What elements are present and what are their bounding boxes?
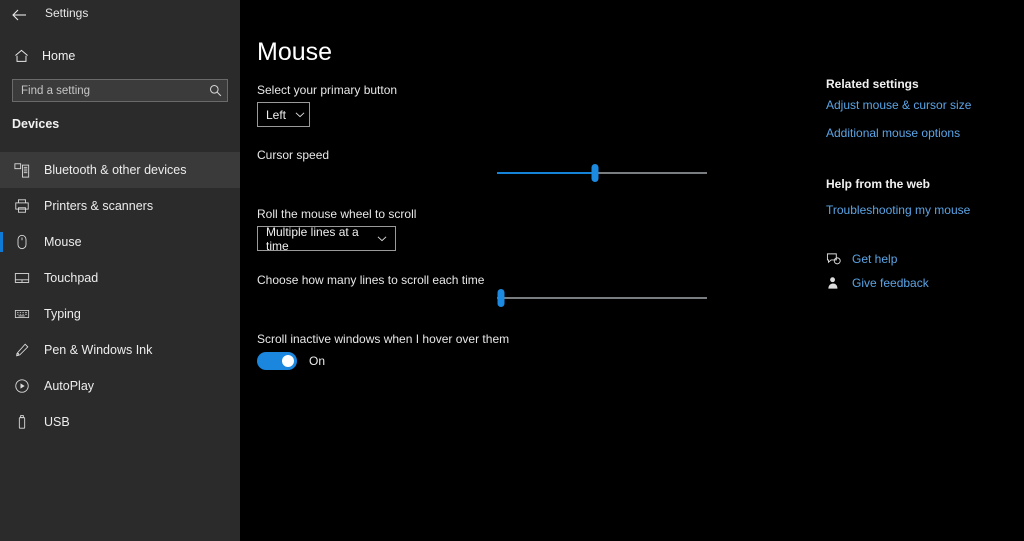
primary-button-label: Select your primary button: [257, 83, 398, 97]
sidebar-item-pen[interactable]: Pen & Windows Ink: [0, 332, 240, 368]
link-adjust-mouse-cursor-size[interactable]: Adjust mouse & cursor size: [826, 98, 971, 112]
give-feedback-icon: [826, 276, 848, 290]
sidebar-item-mouse[interactable]: Mouse: [0, 224, 240, 260]
sidebar-item-usb[interactable]: USB: [0, 404, 240, 440]
sidebar-group-label: Devices: [12, 117, 60, 131]
search-icon[interactable]: [203, 84, 227, 97]
sidebar-item-label: Typing: [44, 307, 81, 321]
cursor-speed-slider[interactable]: [495, 162, 707, 184]
lines-to-scroll-slider[interactable]: [495, 287, 707, 309]
primary-button-dropdown[interactable]: Left: [257, 102, 310, 127]
sidebar-item-autoplay[interactable]: AutoPlay: [0, 368, 240, 404]
inactive-scroll-label: Scroll inactive windows when I hover ove…: [257, 332, 510, 346]
get-help-icon: [826, 252, 848, 266]
slider-track: [497, 297, 707, 299]
chevron-down-icon: [295, 111, 305, 118]
home-label: Home: [42, 49, 76, 63]
sidebar-item-home[interactable]: Home: [0, 44, 240, 68]
link-additional-mouse-options[interactable]: Additional mouse options: [826, 126, 960, 140]
sidebar-titlebar: Settings: [0, 0, 240, 30]
sidebar-item-typing[interactable]: Typing: [0, 296, 240, 332]
toggle-knob: [282, 355, 294, 367]
printer-icon: [14, 196, 38, 216]
sidebar-item-label: Pen & Windows Ink: [44, 343, 153, 357]
sidebar: Settings Home Devices: [0, 0, 240, 541]
lines-to-scroll-label: Choose how many lines to scroll each tim…: [257, 273, 485, 287]
primary-button-value: Left: [266, 107, 287, 122]
sidebar-item-label: AutoPlay: [44, 379, 95, 393]
slider-fill: [497, 172, 595, 174]
sidebar-item-bluetooth[interactable]: Bluetooth & other devices: [0, 152, 240, 188]
sidebar-item-label: Printers & scanners: [44, 199, 154, 213]
sidebar-item-label: Touchpad: [44, 271, 99, 285]
inactive-scroll-toggle-row: On: [257, 352, 325, 370]
slider-thumb[interactable]: [591, 164, 599, 182]
settings-window: Settings Home Devices: [0, 0, 1024, 541]
app-title: Settings: [45, 6, 89, 20]
search-input[interactable]: [13, 80, 203, 101]
keyboard-icon: [14, 304, 38, 324]
give-feedback-label: Give feedback: [852, 276, 929, 290]
give-feedback-row[interactable]: Give feedback: [826, 276, 929, 290]
wheel-scroll-dropdown[interactable]: Multiple lines at a time: [257, 224, 396, 253]
sidebar-item-label: Bluetooth & other devices: [44, 163, 187, 177]
sidebar-nav-list: Bluetooth & other devices Printers & sca…: [0, 152, 240, 440]
get-help-label: Get help: [852, 252, 898, 266]
home-icon: [14, 49, 36, 63]
related-settings-heading: Related settings: [826, 77, 919, 91]
pen-icon: [14, 340, 38, 360]
wheel-scroll-label: Roll the mouse wheel to scroll: [257, 207, 417, 221]
bluetooth-devices-icon: [14, 160, 38, 180]
touchpad-icon: [14, 268, 38, 288]
help-from-web-heading: Help from the web: [826, 177, 931, 191]
chevron-down-icon: [377, 235, 387, 242]
sidebar-item-label: USB: [44, 415, 70, 429]
wheel-scroll-value: Multiple lines at a time: [266, 224, 359, 253]
sidebar-item-touchpad[interactable]: Touchpad: [0, 260, 240, 296]
link-troubleshooting-my-mouse[interactable]: Troubleshooting my mouse: [826, 203, 970, 217]
usb-icon: [14, 412, 38, 432]
slider-thumb[interactable]: [497, 289, 505, 307]
toggle-state-label: On: [309, 354, 326, 368]
back-arrow-icon[interactable]: [6, 2, 32, 28]
sidebar-item-printers[interactable]: Printers & scanners: [0, 188, 240, 224]
page-title: Mouse: [257, 38, 333, 66]
cursor-speed-label: Cursor speed: [257, 148, 330, 162]
autoplay-icon: [14, 376, 38, 396]
search-box[interactable]: [12, 79, 228, 102]
sidebar-item-label: Mouse: [44, 235, 82, 249]
inactive-scroll-toggle[interactable]: [257, 352, 297, 370]
mouse-icon: [14, 232, 38, 252]
get-help-row[interactable]: Get help: [826, 252, 897, 266]
